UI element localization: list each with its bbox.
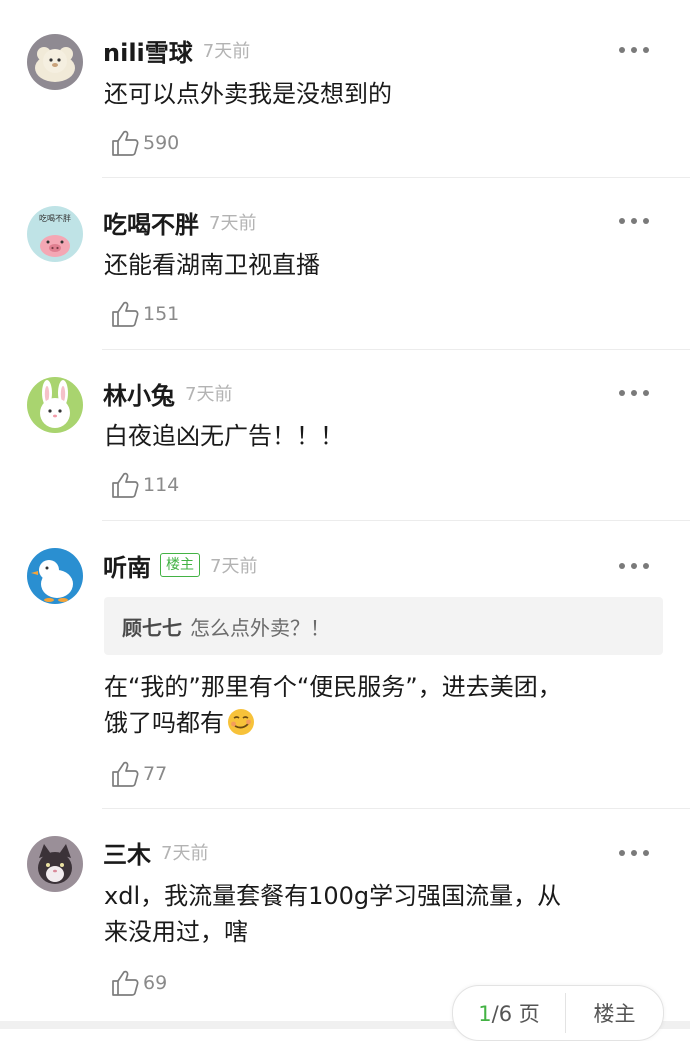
current-page: 1 — [478, 1002, 492, 1026]
avatar-caption: 吃喝不胖 — [39, 213, 71, 223]
pig-avatar-icon: 吃喝不胖 — [27, 206, 83, 262]
username[interactable]: 吃喝不胖 — [103, 205, 199, 240]
thumb-up-icon — [112, 761, 139, 787]
avatar[interactable]: 吃喝不胖 — [27, 206, 83, 262]
comment-text: 还能看湖南卫视直播 — [104, 251, 320, 279]
more-dots-icon[interactable] — [619, 386, 649, 400]
like-button[interactable]: 77 — [110, 759, 167, 789]
bear-avatar-icon — [27, 34, 83, 90]
thumb-up-icon — [112, 301, 139, 327]
thumb-up-icon — [112, 130, 139, 156]
like-count: 590 — [143, 132, 180, 154]
username[interactable]: 林小兔 — [103, 376, 175, 411]
comment-text-body: 在“我的”那里有个“便民服务”，进去美团， 饿了吗都有 — [104, 673, 562, 737]
cat-avatar-icon — [27, 836, 83, 892]
avatar[interactable] — [27, 836, 83, 892]
username[interactable]: nili雪球 — [103, 33, 193, 68]
quoted-text: 怎么点外卖？！ — [190, 615, 330, 640]
like-button[interactable]: 590 — [110, 128, 179, 158]
quoted-reply[interactable]: 顾七七 怎么点外卖？！ — [104, 597, 663, 655]
like-button[interactable]: 151 — [110, 299, 179, 329]
timestamp: 7天前 — [161, 843, 209, 864]
timestamp: 7天前 — [209, 213, 257, 234]
divider — [102, 808, 690, 809]
total-pages: /6 页 — [491, 1002, 540, 1026]
more-dots-icon[interactable] — [619, 559, 649, 573]
timestamp: 7天前 — [210, 556, 258, 577]
divider — [102, 520, 690, 521]
username[interactable]: 听南 — [103, 548, 151, 583]
quoted-username: 顾七七 — [122, 615, 182, 640]
comment-text: 白夜追凶无广告！！！ — [104, 422, 344, 450]
pagination-control: 1/6 页 楼主 — [452, 985, 664, 1041]
timestamp: 7天前 — [185, 384, 233, 405]
avatar[interactable] — [27, 377, 83, 433]
only-op-button[interactable]: 楼主 — [566, 998, 663, 1028]
username[interactable]: 三木 — [103, 835, 151, 870]
duck-avatar-icon — [27, 548, 83, 604]
avatar[interactable] — [27, 548, 83, 604]
more-dots-icon[interactable] — [619, 214, 649, 228]
rabbit-avatar-icon — [27, 377, 83, 433]
more-dots-icon[interactable] — [619, 43, 649, 57]
more-dots-icon[interactable] — [619, 846, 649, 860]
thumb-up-icon — [112, 472, 139, 498]
like-button[interactable]: 69 — [110, 968, 167, 998]
comment-text: 在“我的”那里有个“便民服务”，进去美团， 饿了吗都有 — [104, 669, 664, 741]
op-badge: 楼主 — [160, 553, 200, 577]
avatar[interactable] — [27, 34, 83, 90]
like-button[interactable]: 114 — [110, 470, 179, 500]
thumb-up-icon — [112, 970, 139, 996]
timestamp: 7天前 — [202, 41, 251, 62]
like-count: 77 — [143, 763, 168, 785]
like-count: 151 — [143, 303, 180, 325]
comment-text: 还可以点外卖我是没想到的 — [104, 80, 392, 108]
like-count: 114 — [143, 474, 180, 496]
like-count: 69 — [143, 972, 168, 994]
divider — [102, 349, 690, 350]
smirk-emoji-icon — [228, 709, 254, 735]
comment-text: xdl，我流量套餐有100g学习强国流量，从 来没用过，嗐 — [104, 882, 562, 946]
divider — [102, 177, 690, 178]
page-indicator[interactable]: 1/6 页 — [453, 998, 565, 1028]
